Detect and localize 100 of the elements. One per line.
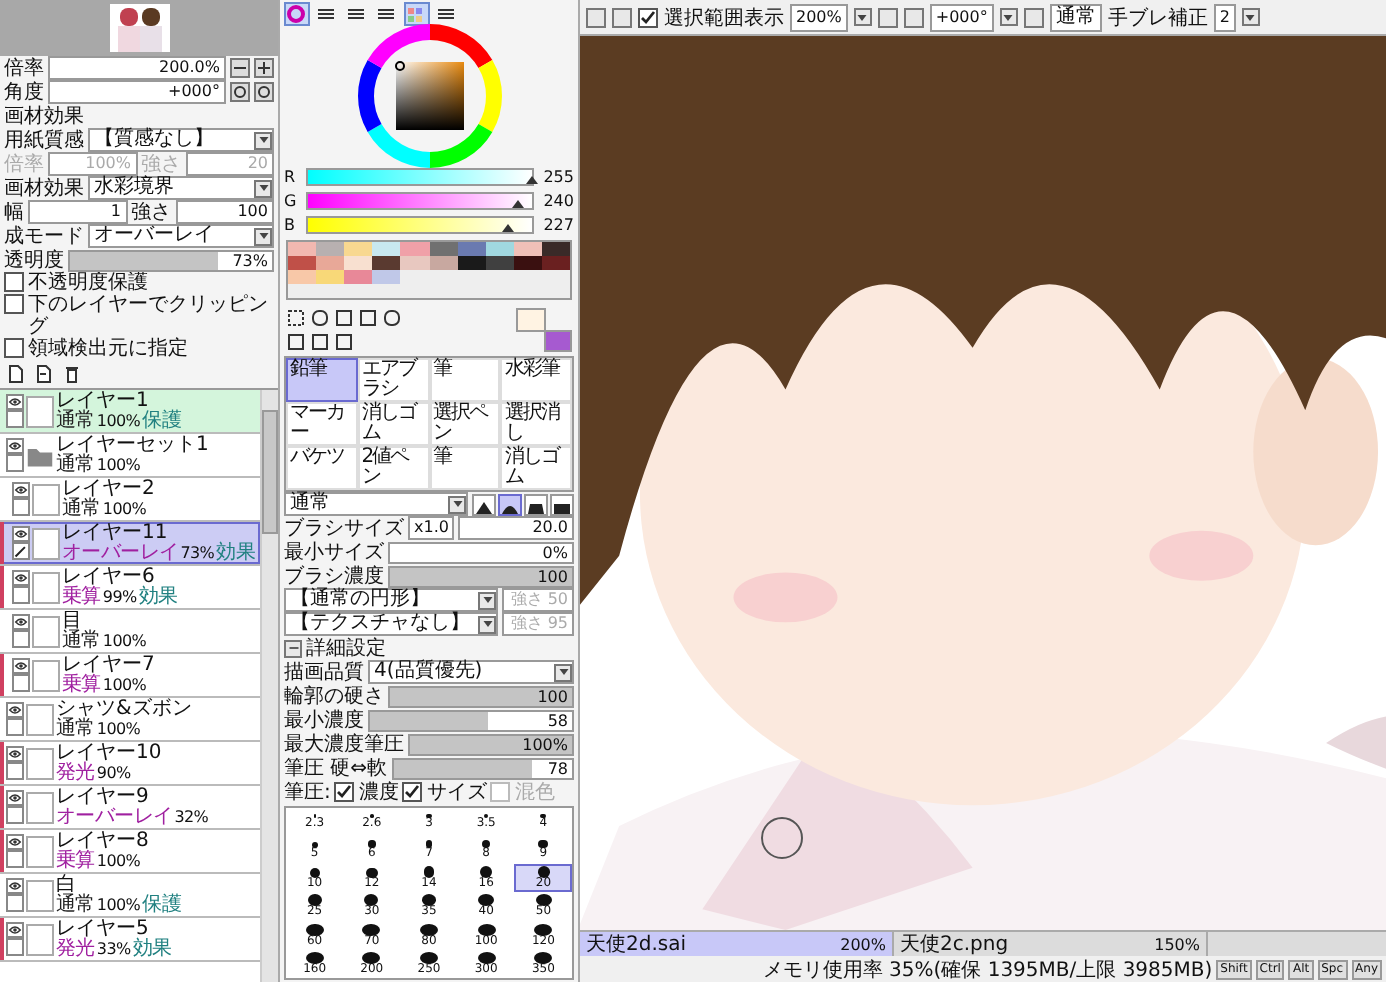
brush-tool[interactable]: 水彩筆 <box>500 358 572 402</box>
new-layer-icon[interactable] <box>6 364 26 384</box>
size-field[interactable]: 20.0 <box>458 516 574 540</box>
checkbox[interactable] <box>402 782 423 802</box>
quality-dropdown[interactable]: 4(品質優先) <box>368 660 574 684</box>
layer-row[interactable]: 白 通常 100%保護 <box>0 874 260 918</box>
color-swatch[interactable] <box>400 242 429 256</box>
secondary-color[interactable] <box>544 330 572 352</box>
opacity-slider[interactable]: 73% <box>68 249 274 271</box>
color-swatch[interactable] <box>541 242 570 256</box>
color-swatch[interactable] <box>429 242 458 256</box>
layer-row[interactable]: レイヤー8 乗算 100% <box>0 830 260 874</box>
color-swatch[interactable] <box>513 256 542 270</box>
dropdown-arrow-icon[interactable] <box>448 495 466 513</box>
width-field[interactable]: 1 <box>28 200 127 224</box>
collapse-icon[interactable] <box>284 639 302 657</box>
setting-slider[interactable]: 78 <box>391 757 574 779</box>
visibility-toggle[interactable] <box>6 878 24 894</box>
color-swatch[interactable] <box>288 242 317 256</box>
tip-shape-button[interactable] <box>472 493 496 515</box>
color-swatch[interactable] <box>372 242 401 256</box>
color-swatch[interactable] <box>288 270 317 284</box>
blend-mode-button[interactable]: 通常 <box>1049 3 1102 31</box>
setting-slider[interactable]: 100% <box>408 733 574 755</box>
dropdown-arrow-icon[interactable] <box>254 131 272 149</box>
brush-tool[interactable]: 消しゴム <box>357 402 429 446</box>
color-swatch[interactable] <box>485 256 514 270</box>
slider-thumb[interactable] <box>526 175 538 183</box>
stabilizer-field[interactable]: 2 <box>1213 3 1236 31</box>
density-slider[interactable]: 100 <box>388 565 574 587</box>
color-swatch[interactable] <box>288 256 317 270</box>
brush-tool[interactable]: バケツ <box>286 446 358 490</box>
color-swatch[interactable] <box>316 242 345 256</box>
color-swatch[interactable] <box>344 256 373 270</box>
selection-icon[interactable] <box>286 307 308 329</box>
angle-value[interactable]: +000° <box>48 80 226 104</box>
checkbox[interactable] <box>4 294 24 314</box>
color-swatch[interactable] <box>372 270 401 284</box>
color-swatch[interactable] <box>344 270 373 284</box>
color-swatch[interactable] <box>316 256 345 270</box>
layer-row[interactable]: レイヤー2 通常 100% <box>0 478 260 522</box>
brush-tool[interactable]: マーカー <box>286 402 358 446</box>
min-size-slider[interactable]: 0% <box>388 541 574 563</box>
zoom-value[interactable]: 200.0% <box>48 56 226 80</box>
color-swatch[interactable] <box>457 242 486 256</box>
angle-field[interactable]: +000° <box>929 3 994 31</box>
visibility-toggle[interactable] <box>12 658 30 674</box>
dropdown-arrow-icon[interactable] <box>478 591 496 609</box>
layer-row[interactable]: レイヤー9 オーバーレイ 32% <box>0 786 260 830</box>
document-tab[interactable]: 天使2d.sai 200% <box>580 932 894 956</box>
swatch-icon[interactable] <box>404 2 430 26</box>
setting-slider[interactable]: 100 <box>388 685 574 707</box>
brush-tool[interactable]: 選択ペン <box>429 402 501 446</box>
blend-dropdown[interactable]: オーバーレイ <box>88 224 274 248</box>
dropdown-arrow-icon[interactable] <box>1241 8 1260 26</box>
dropdown-arrow-icon[interactable] <box>254 179 272 197</box>
effect-dropdown[interactable]: 水彩境界 <box>88 176 274 200</box>
visibility-toggle[interactable] <box>6 922 24 938</box>
color-slider[interactable] <box>306 215 534 233</box>
color-swatch[interactable] <box>316 270 345 284</box>
color-swatch[interactable] <box>372 256 401 270</box>
layer-row[interactable]: レイヤー11 オーバーレイ 73%効果 <box>0 522 260 566</box>
visibility-toggle[interactable] <box>6 394 24 410</box>
checkbox[interactable] <box>334 782 355 802</box>
rotate-left-icon[interactable] <box>230 82 250 102</box>
layer-row[interactable]: レイヤー1 通常 100%保護 <box>0 390 260 434</box>
color-slider[interactable] <box>306 167 534 185</box>
delete-icon[interactable] <box>62 364 82 384</box>
layer-row[interactable]: レイヤー6 乗算99%効果 <box>0 566 260 610</box>
visibility-toggle[interactable] <box>12 614 30 630</box>
scrollbar[interactable] <box>260 390 278 982</box>
rotate-right-icon[interactable] <box>254 82 274 102</box>
dropdown-arrow-icon[interactable] <box>478 615 496 633</box>
layer-row[interactable]: レイヤー5 発光33%効果 <box>0 918 260 962</box>
checkbox[interactable] <box>638 7 658 27</box>
brush-tool[interactable]: 消しゴム <box>500 446 572 490</box>
multiplier-field[interactable]: x1.0 <box>408 516 455 540</box>
color-swatch[interactable] <box>541 256 570 270</box>
tip-shape-button[interactable] <box>498 493 522 515</box>
color-wheel-icon[interactable] <box>284 2 310 26</box>
dropdown-arrow-icon[interactable] <box>999 8 1018 26</box>
blend-dropdown[interactable]: 通常 <box>284 492 468 516</box>
tip-shape-button[interactable] <box>550 493 574 515</box>
color-wheel[interactable] <box>355 22 503 170</box>
layer-row[interactable]: シャツ&ズボン 通常 100% <box>0 698 260 742</box>
slider-thumb[interactable] <box>512 199 525 207</box>
brush-tool[interactable]: 選択消し <box>500 402 572 446</box>
brush-tool[interactable]: 筆 <box>429 446 501 490</box>
color-swatch[interactable] <box>513 242 542 256</box>
dropdown-arrow-icon[interactable] <box>254 227 272 245</box>
layer-row[interactable]: 目 通常 100% <box>0 610 260 654</box>
layer-row[interactable]: レイヤー7 乗算 100% <box>0 654 260 698</box>
paper-dropdown[interactable]: 【質感なし】 <box>88 128 274 152</box>
visibility-toggle[interactable] <box>6 746 24 762</box>
dropdown-arrow-icon[interactable] <box>853 8 872 26</box>
slider-thumb[interactable] <box>501 223 514 231</box>
visibility-toggle[interactable] <box>12 526 30 542</box>
pen-icon[interactable] <box>12 542 30 560</box>
visibility-toggle[interactable] <box>6 834 24 850</box>
color-slider[interactable] <box>306 191 534 209</box>
